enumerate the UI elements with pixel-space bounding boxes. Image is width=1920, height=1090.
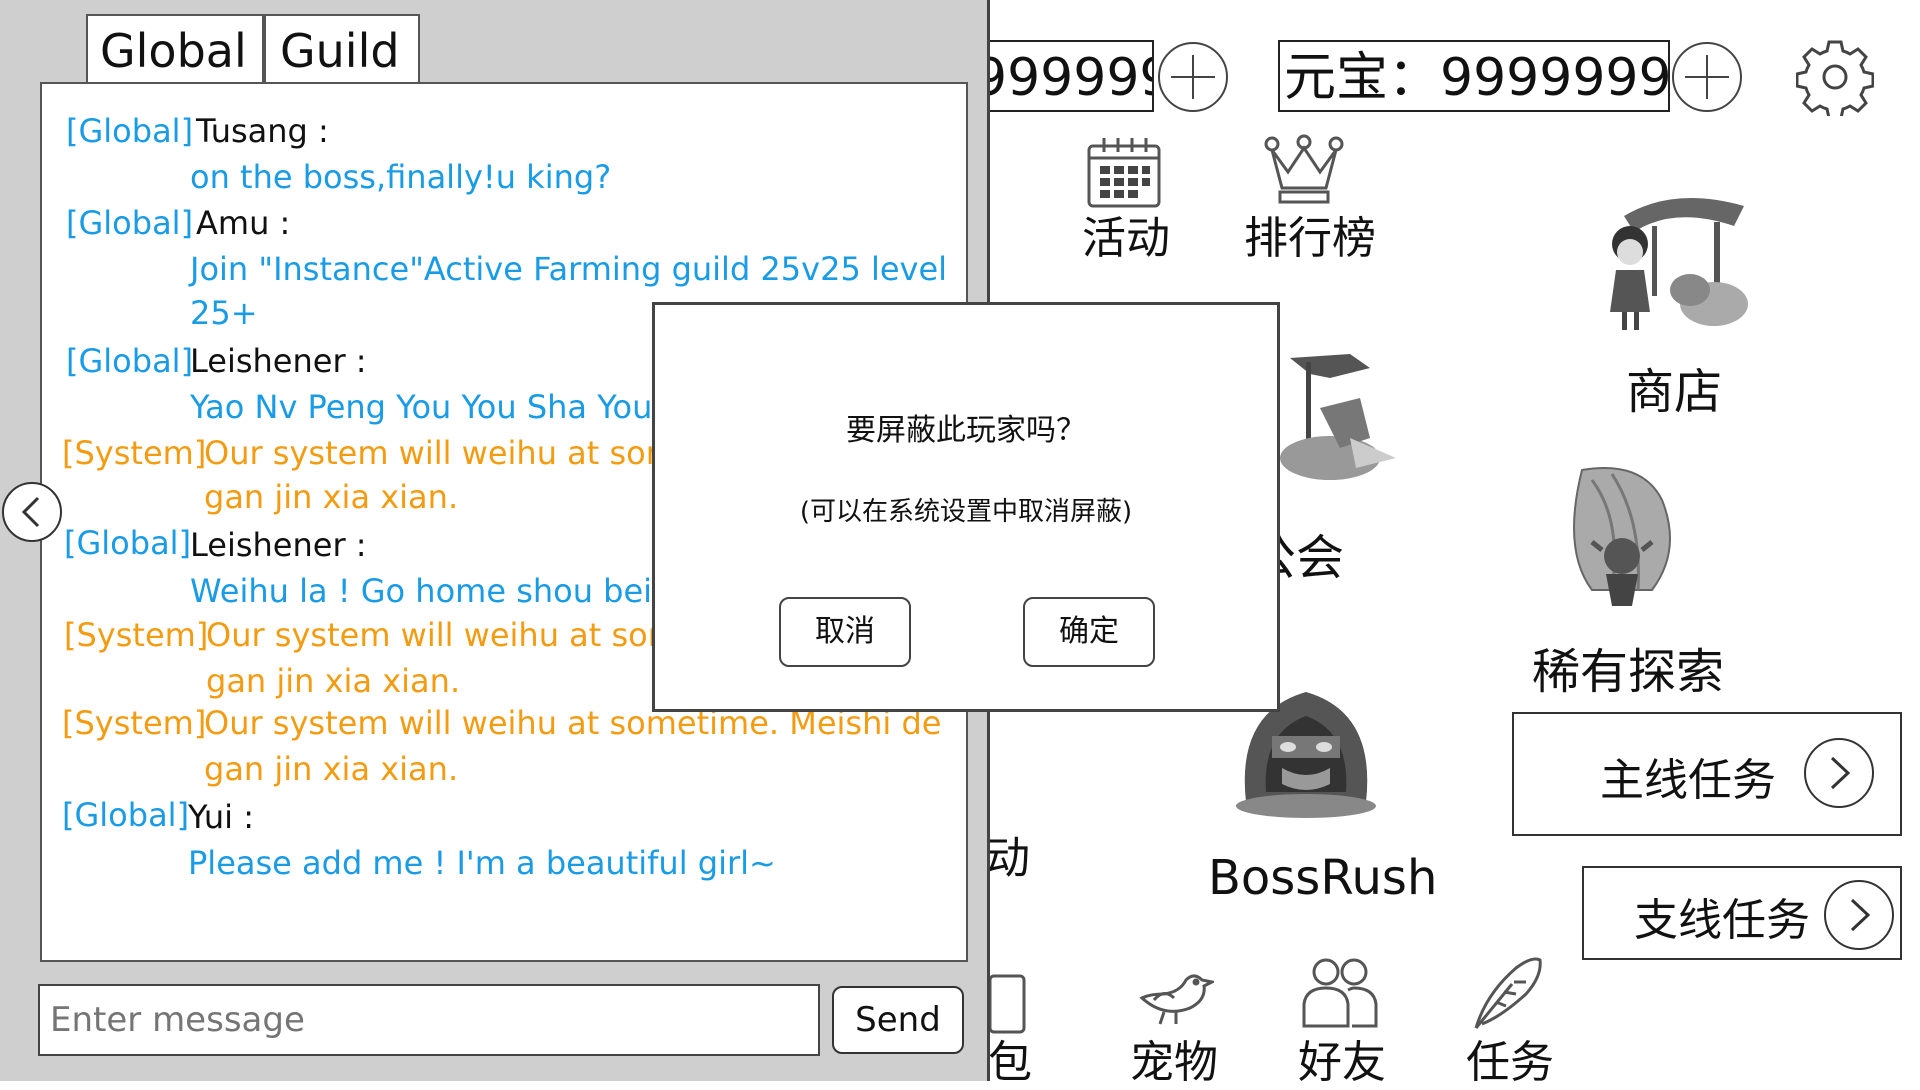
message-text: 25+ — [190, 294, 258, 332]
message-text: Yao Nv Peng You You Sha You — [190, 388, 653, 426]
tab-global[interactable]: Global — [86, 14, 264, 84]
bossrush-label[interactable]: BossRush — [1208, 850, 1437, 906]
activity-label[interactable]: 活动 — [1082, 202, 1170, 266]
tab-guild[interactable]: Guild — [264, 14, 420, 84]
ranking-label[interactable]: 排行榜 — [1244, 202, 1376, 266]
friends-label[interactable]: 好友 — [1298, 1026, 1386, 1090]
message-text: Please add me ! I'm a beautiful girl~ — [188, 844, 776, 882]
system-text: gan jin xia xian. — [204, 750, 459, 788]
main-task-label: 主线任务 — [1600, 755, 1776, 806]
main-task-button[interactable]: 主线任务 — [1512, 712, 1902, 836]
message-tag: [Global] — [62, 796, 190, 834]
system-text: Our system will weihu at som — [204, 434, 677, 472]
rare-explore-icon[interactable] — [1552, 460, 1692, 610]
message-tag: [Global] — [66, 112, 194, 150]
chevron-right-icon — [1824, 880, 1894, 950]
feather-icon[interactable] — [1466, 954, 1546, 1034]
send-button[interactable]: Send — [832, 986, 964, 1054]
message-tag: [Global] — [66, 204, 194, 242]
quest-label[interactable]: 任务 — [1466, 1026, 1554, 1090]
guild-flag-icon[interactable] — [1270, 348, 1400, 508]
add-currency-1-button[interactable] — [1158, 42, 1228, 112]
gear-icon[interactable] — [1796, 38, 1874, 116]
message-sender[interactable]: Amu : — [196, 204, 290, 242]
people-icon[interactable] — [1300, 956, 1380, 1030]
system-text: gan jin xia xian. — [206, 662, 461, 700]
message-tag: [Global] — [64, 524, 192, 562]
message-text: Weihu la ! Go home shou beiz — [190, 572, 669, 610]
bag-label[interactable]: 包 — [988, 1026, 1032, 1090]
message-sender[interactable]: Tusang : — [196, 112, 329, 150]
bag-icon[interactable] — [990, 964, 1030, 1034]
calendar-icon[interactable] — [1086, 136, 1162, 210]
system-text: gan jin xia xian. — [204, 478, 459, 516]
chevron-left-icon — [21, 496, 40, 528]
dialog-hint: (可以在系统设置中取消屏蔽) — [799, 497, 1133, 527]
block-player-dialog: 要屏蔽此玩家吗？ (可以在系统设置中取消屏蔽) 取消 确定 — [652, 302, 1280, 712]
confirm-button[interactable]: 确定 — [1023, 597, 1155, 667]
partial-hidden-label: 动 — [986, 833, 1030, 884]
message-sender[interactable]: Leishener : — [190, 526, 367, 564]
currency-1-value: 999999 — [974, 48, 1154, 108]
system-text: Our system will weihu at som — [206, 616, 679, 654]
bird-icon[interactable] — [1134, 968, 1214, 1028]
dialog-question: 要屏蔽此玩家吗？ — [846, 413, 1086, 448]
chevron-right-icon — [1804, 738, 1874, 808]
tab-global-label: Global — [100, 24, 247, 78]
collapse-chat-button[interactable] — [2, 482, 62, 542]
message-sender[interactable]: Leishener : — [190, 342, 367, 380]
currency-2-display: 元宝：999999999 — [1278, 40, 1670, 112]
side-task-button[interactable]: 支线任务 — [1582, 866, 1902, 960]
side-task-label: 支线任务 — [1634, 895, 1810, 946]
system-tag: [System] — [62, 434, 207, 472]
message-tag: [Global] — [66, 342, 194, 380]
rare-explore-label[interactable]: 稀有探索 — [1532, 632, 1724, 702]
system-tag: [System] — [64, 616, 209, 654]
system-tag: [System] — [62, 704, 207, 742]
message-sender[interactable]: Yui : — [188, 798, 254, 836]
message-input[interactable] — [38, 984, 820, 1056]
message-text: Join "Instance"Active Farming guild 25v2… — [190, 250, 948, 288]
currency-1-display: 999999 — [968, 40, 1154, 112]
pet-label[interactable]: 宠物 — [1130, 1026, 1218, 1090]
shop-icon[interactable] — [1594, 186, 1754, 346]
shop-label[interactable]: 商店 — [1626, 352, 1722, 422]
currency-2-value: 元宝：999999999 — [1284, 48, 1670, 108]
message-text: on the boss,finally!u king? — [190, 158, 612, 196]
tab-guild-label: Guild — [280, 24, 400, 78]
crown-icon[interactable] — [1264, 134, 1344, 208]
add-currency-2-button[interactable] — [1672, 42, 1742, 112]
cancel-button[interactable]: 取消 — [779, 597, 911, 667]
